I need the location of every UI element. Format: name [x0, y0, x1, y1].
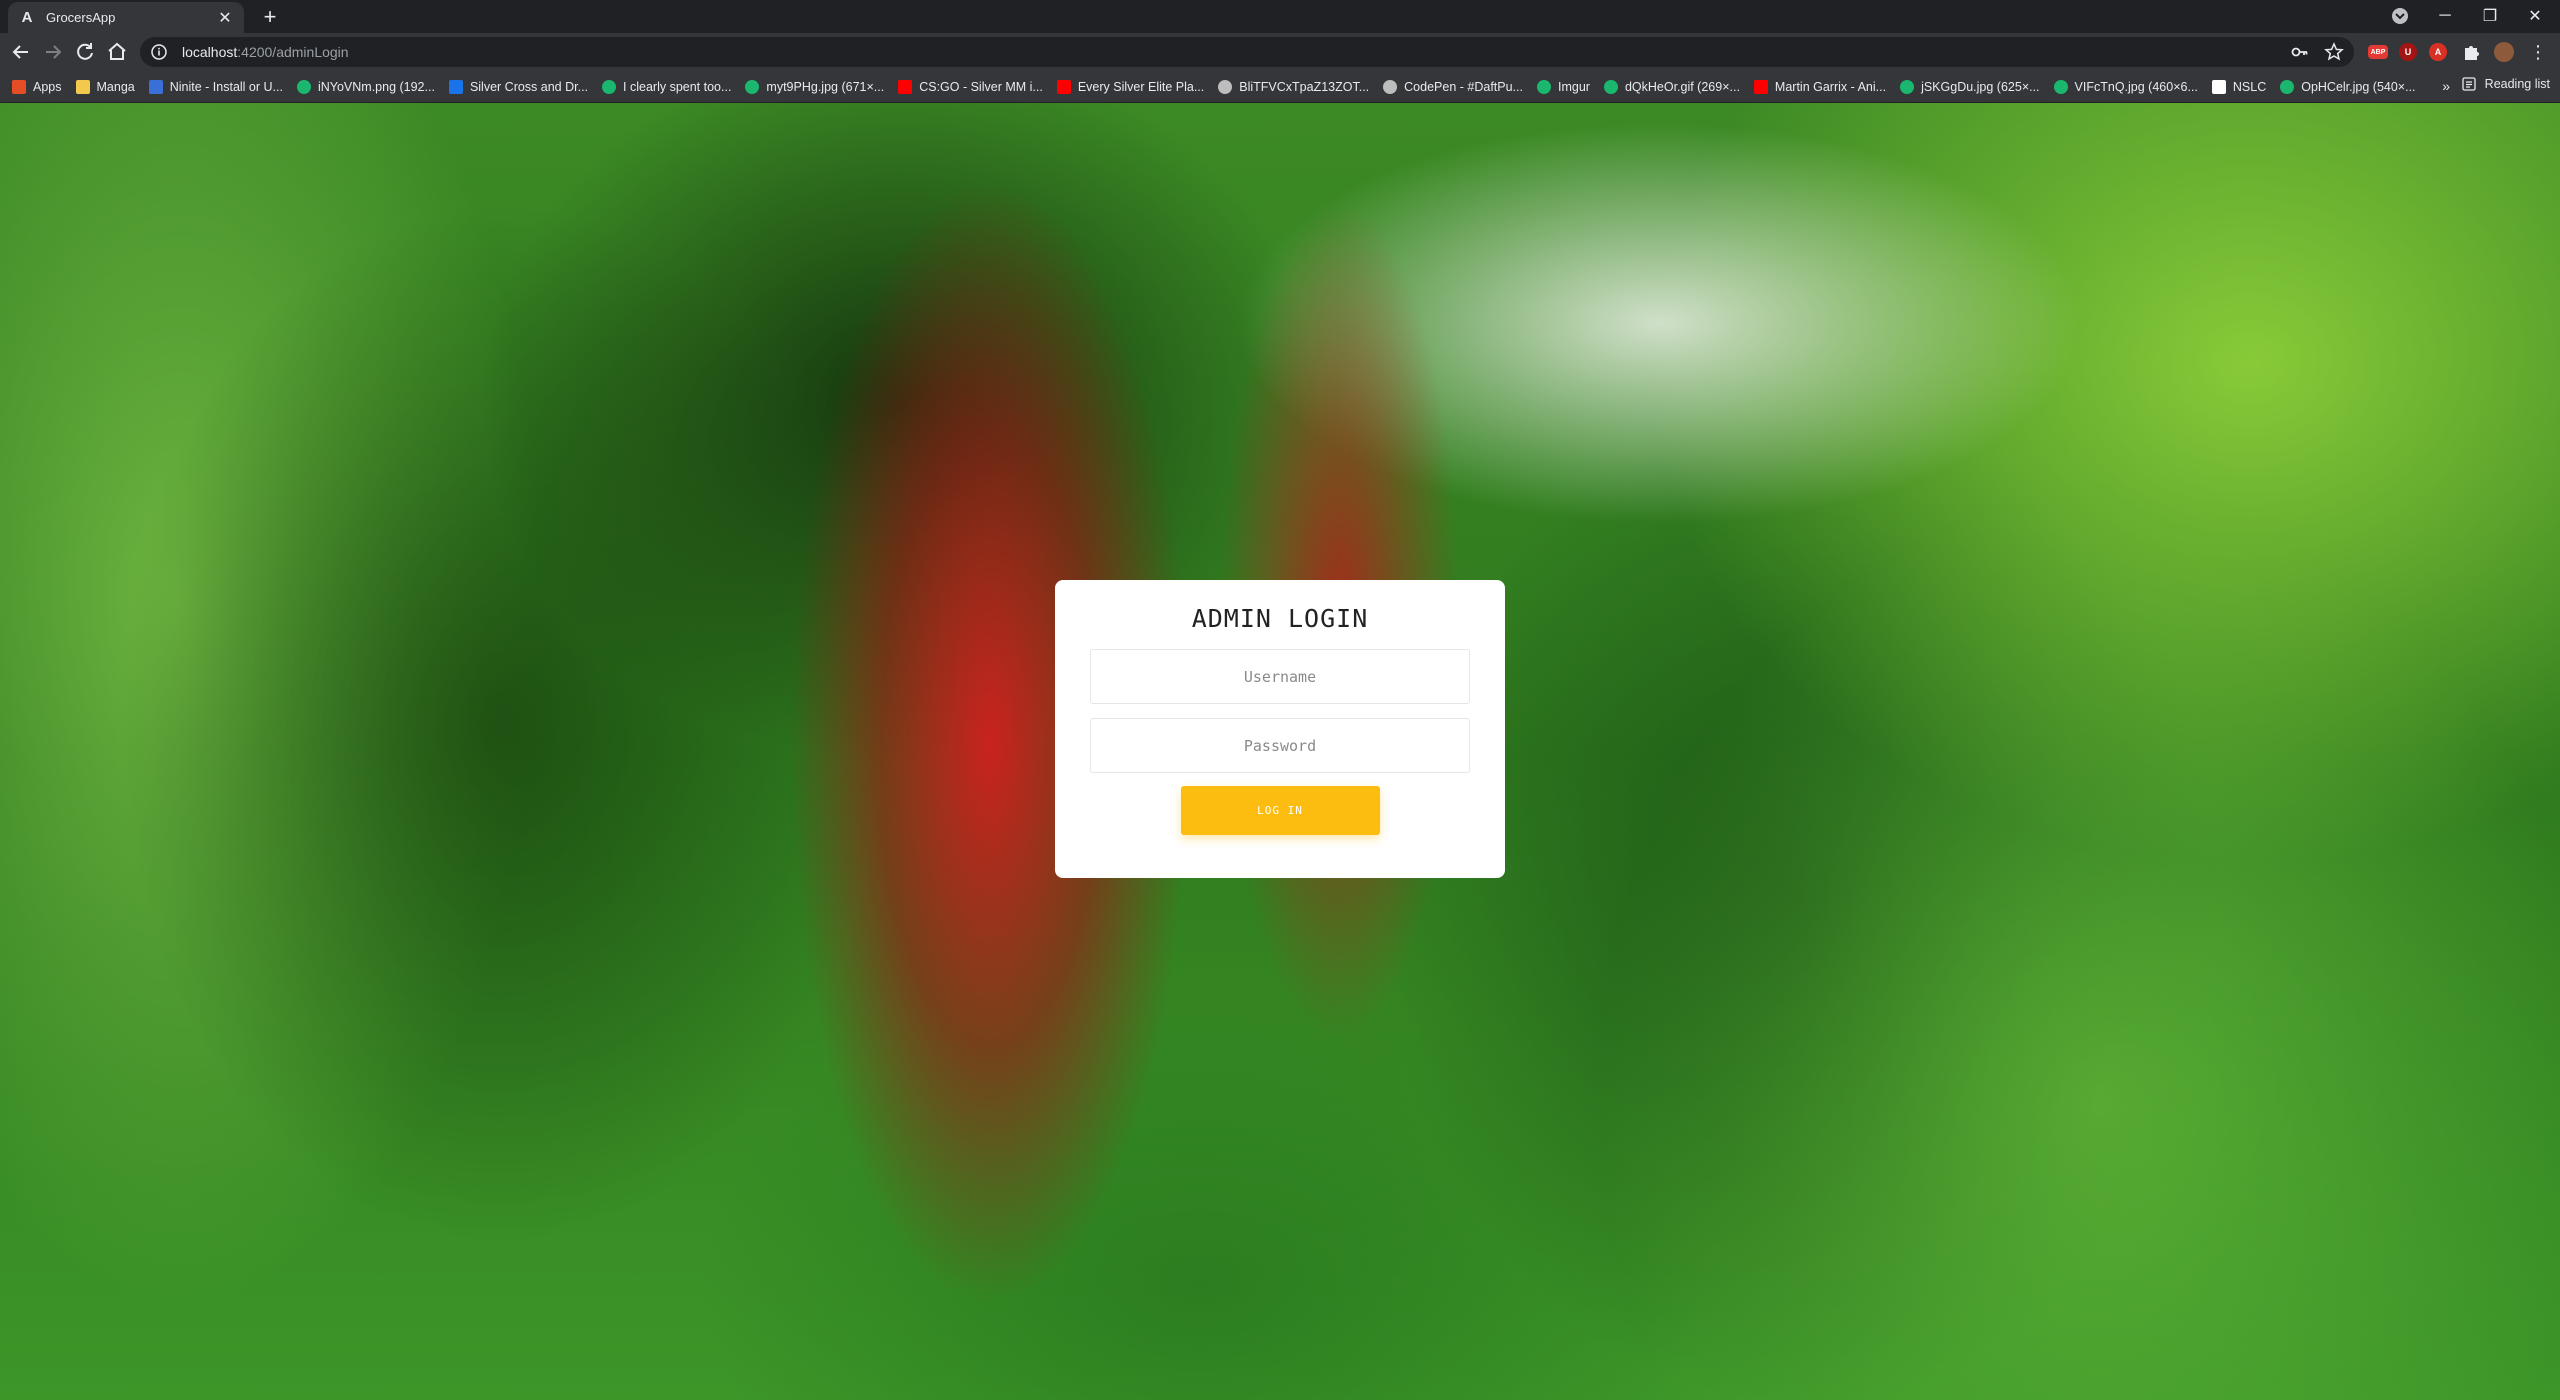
login-card: ADMIN LOGIN LOG IN: [1055, 580, 1505, 878]
square-blue-icon: [448, 79, 463, 94]
minimize-icon[interactable]: ─: [2425, 2, 2465, 30]
bookmark-label: Manga: [96, 79, 135, 94]
bookmark-label: iNYoVNm.png (192...: [317, 79, 435, 94]
imgur-icon: [1536, 79, 1551, 94]
bookmark-item[interactable]: dQkHeOr.gif (269×...: [1603, 79, 1740, 94]
square-white-icon: [2211, 79, 2226, 94]
login-button[interactable]: LOG IN: [1180, 786, 1380, 835]
youtube-icon: [898, 79, 913, 94]
apps-grid-icon: [12, 79, 26, 94]
login-title: ADMIN LOGIN: [1191, 604, 1369, 633]
bookmark-label: I clearly spent too...: [623, 79, 732, 94]
codepen-icon: [1383, 79, 1398, 94]
back-icon[interactable]: [8, 39, 34, 65]
adblock-extension-icon[interactable]: ABP: [2366, 40, 2390, 64]
bookmark-item[interactable]: Imgur: [1536, 79, 1590, 94]
bookmark-label: NSLC: [2232, 79, 2267, 94]
bookmark-label: dQkHeOr.gif (269×...: [1624, 79, 1740, 94]
bookmark-item[interactable]: CodePen - #DaftPu...: [1383, 79, 1523, 94]
imgur-icon: [2280, 79, 2295, 94]
ninite-icon: [148, 79, 163, 94]
site-info-icon[interactable]: [150, 43, 168, 61]
bookmark-item[interactable]: NSLC: [2211, 79, 2267, 94]
bookmark-label: Every Silver Elite Pla...: [1077, 79, 1205, 94]
browser-tab[interactable]: A GrocersApp ✕: [8, 2, 244, 33]
bookmark-item[interactable]: OpHCelr.jpg (540×...: [2280, 79, 2416, 94]
youtube-icon: [1056, 79, 1071, 94]
reading-list-label: Reading list: [2484, 77, 2550, 91]
bookmark-label: jSKGgDu.jpg (625×...: [1921, 79, 2040, 94]
bookmark-item[interactable]: Ninite - Install or U...: [148, 79, 283, 94]
bookmark-item[interactable]: VIFcTnQ.jpg (460×6...: [2053, 79, 2198, 94]
extensions-puzzle-icon[interactable]: [2460, 40, 2484, 64]
username-input[interactable]: [1090, 649, 1470, 704]
imgur-icon: [2053, 79, 2068, 94]
angular-favicon-icon: A: [21, 9, 33, 26]
bookmark-label: Ninite - Install or U...: [169, 79, 283, 94]
bookmark-star-icon[interactable]: [2324, 42, 2344, 62]
bookmark-label: Imgur: [1557, 79, 1590, 94]
profile-avatar[interactable]: [2492, 40, 2516, 64]
imgur-icon: [296, 79, 311, 94]
url-host: localhost: [182, 44, 238, 60]
bookmark-item[interactable]: Every Silver Elite Pla...: [1056, 79, 1205, 94]
bookmark-label: Apps: [33, 79, 62, 94]
address-bar[interactable]: localhost:4200/adminLogin: [140, 37, 2354, 67]
youtube-icon: [1753, 79, 1768, 94]
bookmark-item[interactable]: Martin Garrix - Ani...: [1753, 79, 1887, 94]
imgur-icon: [602, 79, 617, 94]
url-path: :4200/adminLogin: [237, 44, 349, 60]
globe-icon: [1218, 79, 1233, 94]
reload-icon[interactable]: [72, 39, 98, 65]
acrobat-extension-icon[interactable]: A: [2426, 40, 2450, 64]
url-text: localhost:4200/adminLogin: [182, 44, 349, 60]
window-close-icon[interactable]: ✕: [2515, 2, 2555, 30]
restore-icon[interactable]: ❐: [2470, 2, 2510, 30]
key-icon[interactable]: [2290, 42, 2310, 62]
tab-close-icon[interactable]: ✕: [216, 8, 234, 28]
bookmark-item[interactable]: Apps: [12, 79, 62, 94]
bookmark-item[interactable]: BliTFVCxTpaZ13ZOT...: [1218, 79, 1370, 94]
reading-list-icon: [2462, 77, 2476, 91]
imgur-icon: [745, 79, 760, 94]
browser-toolbar: localhost:4200/adminLogin ABP U A ⋮: [0, 33, 2560, 71]
bookmark-label: OpHCelr.jpg (540×...: [2301, 79, 2416, 94]
new-tab-icon[interactable]: +: [258, 4, 282, 30]
password-input[interactable]: [1090, 718, 1470, 773]
imgur-icon: [1603, 79, 1618, 94]
bookmark-label: VIFcTnQ.jpg (460×6...: [2074, 79, 2198, 94]
bookmark-item[interactable]: iNYoVNm.png (192...: [296, 79, 435, 94]
ublock-extension-icon[interactable]: U: [2396, 40, 2420, 64]
bookmark-item[interactable]: jSKGgDu.jpg (625×...: [1900, 79, 2040, 94]
home-icon[interactable]: [104, 39, 130, 65]
bookmark-label: CS:GO - Silver MM i...: [919, 79, 1043, 94]
bookmarks-bar: Apps Manga Ninite - Install or U... iNYoVNm…: [0, 71, 2560, 103]
more-bookmarks-icon[interactable]: »: [2442, 78, 2450, 94]
reading-list-button[interactable]: Reading list: [2461, 76, 2550, 92]
folder-icon: [75, 79, 90, 94]
bookmark-item[interactable]: Manga: [75, 79, 135, 94]
bookmark-label: myt9PHg.jpg (671×...: [766, 79, 885, 94]
imgur-icon: [1900, 79, 1915, 94]
forward-icon[interactable]: [40, 39, 66, 65]
bookmark-item[interactable]: CS:GO - Silver MM i...: [898, 79, 1043, 94]
bookmark-item[interactable]: I clearly spent too...: [602, 79, 732, 94]
bookmark-item[interactable]: Silver Cross and Dr...: [448, 79, 589, 94]
tab-strip: A GrocersApp ✕ + ─ ❐ ✕: [0, 0, 2560, 33]
bookmark-item[interactable]: myt9PHg.jpg (671×...: [745, 79, 885, 94]
kebab-menu-icon[interactable]: ⋮: [2526, 40, 2550, 64]
page-background: ADMIN LOGIN LOG IN: [0, 103, 2560, 1400]
bookmark-label: Silver Cross and Dr...: [469, 79, 589, 94]
bookmark-label: BliTFVCxTpaZ13ZOT...: [1239, 79, 1370, 94]
tab-search-icon[interactable]: [2390, 6, 2410, 26]
bookmark-label: Martin Garrix - Ani...: [1774, 79, 1887, 94]
tab-title: GrocersApp: [46, 10, 116, 25]
bookmark-label: CodePen - #DaftPu...: [1404, 79, 1523, 94]
